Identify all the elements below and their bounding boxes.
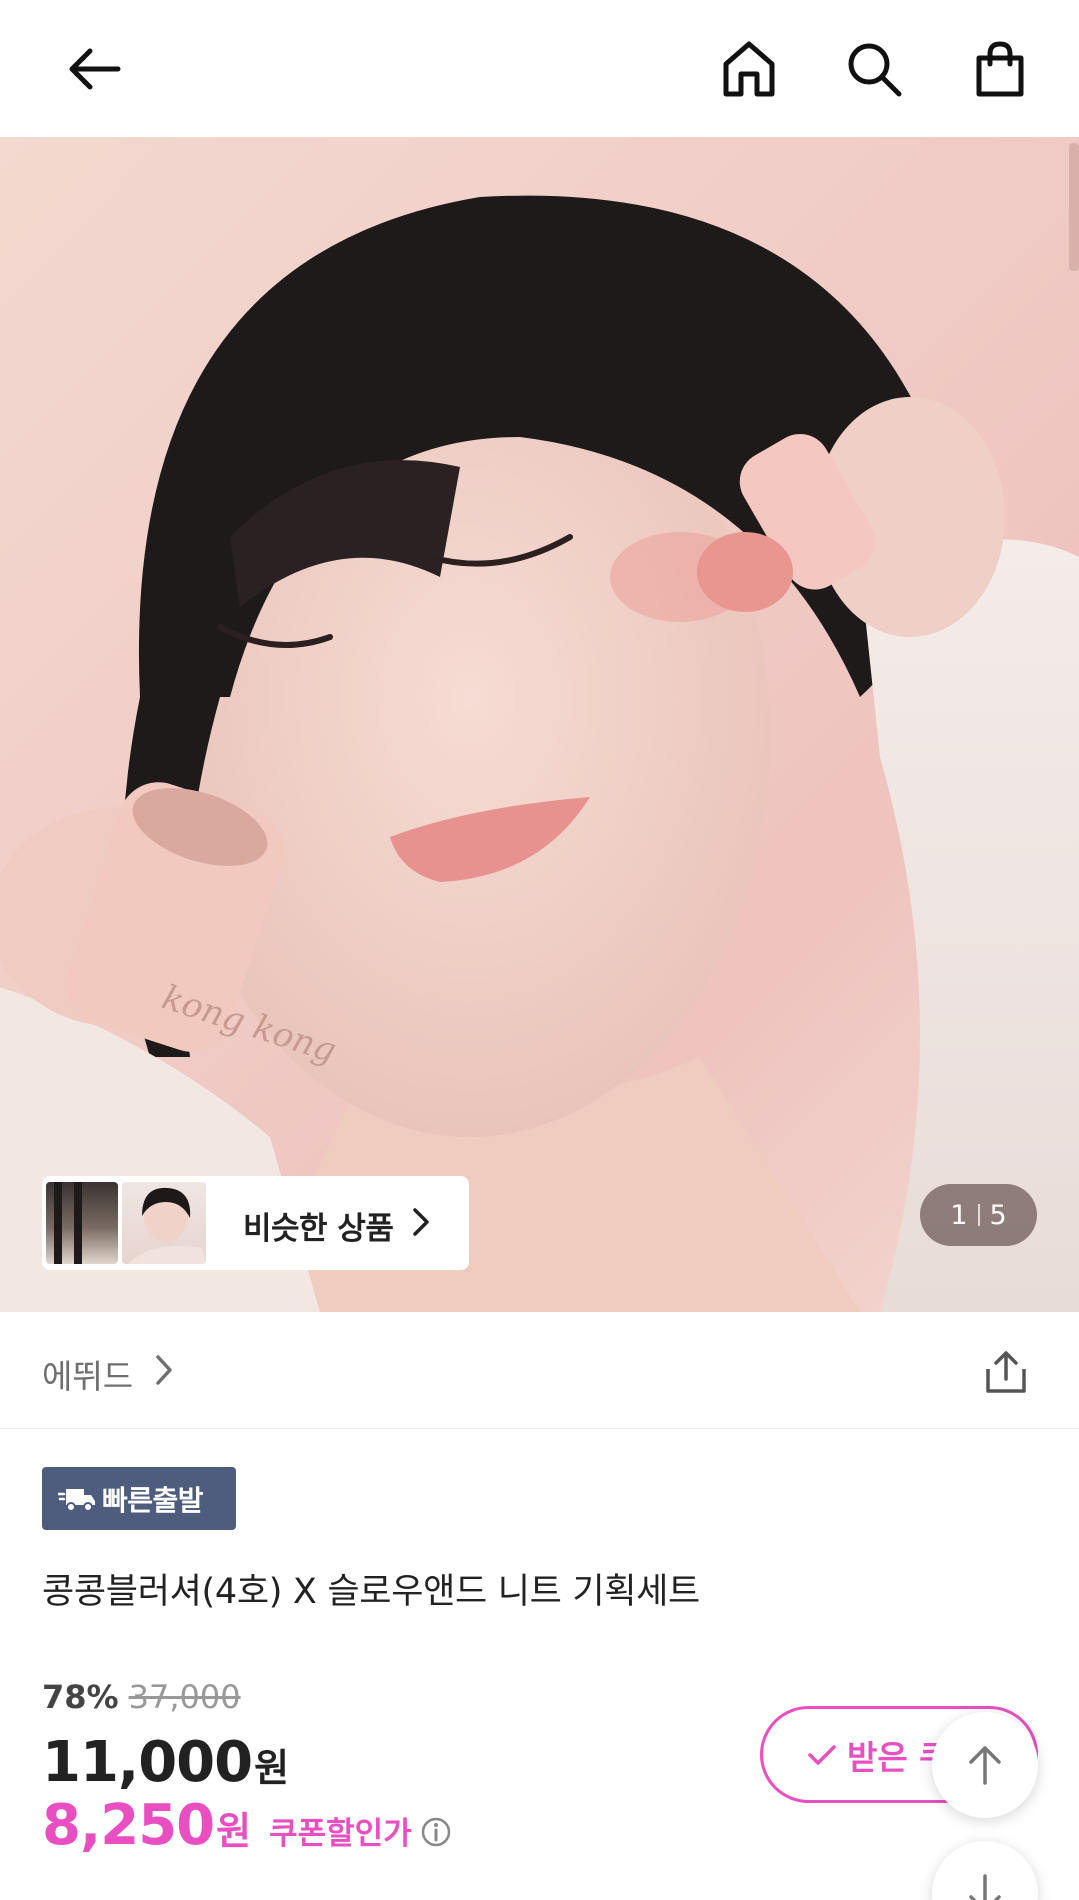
pager-total: 5	[989, 1199, 1007, 1231]
image-scroll-indicator	[1069, 143, 1079, 271]
checkmark-icon	[808, 1744, 836, 1765]
product-title: 콩콩블러셔(4호) X 슬로우앤드 니트 기획세트	[42, 1572, 700, 1612]
info-icon[interactable]	[420, 1816, 452, 1848]
similar-product-thumbnail	[122, 1182, 206, 1264]
image-pager: 1 5	[920, 1184, 1037, 1246]
chevron-right-icon[interactable]	[154, 1354, 174, 1386]
similar-products-label: 비슷한 상품	[243, 1211, 394, 1247]
back-button[interactable]	[58, 33, 130, 105]
delivery-truck-icon	[58, 1488, 95, 1512]
price-block: 78% 37,000 11,000 원 8,250 원 쿠폰할인가	[42, 1678, 450, 1858]
coupon-price-unit: 원	[216, 1809, 252, 1853]
search-icon	[848, 43, 902, 97]
coupon-price: 8,250	[42, 1793, 215, 1858]
coupon-price-line: 8,250 원 쿠폰할인가	[42, 1793, 452, 1858]
fast-shipping-label: 빠른출발	[102, 1483, 204, 1517]
brand-row: 에뛰드	[0, 1312, 1079, 1429]
home-icon	[723, 41, 775, 97]
cart-button[interactable]	[964, 33, 1036, 105]
search-button[interactable]	[838, 33, 910, 105]
arrow-down-icon	[969, 1874, 1001, 1900]
brand-link[interactable]: 에뛰드	[42, 1350, 133, 1398]
sale-price-unit: 원	[254, 1746, 290, 1790]
home-button[interactable]	[713, 33, 785, 105]
coupon-price-label: 쿠폰할인가	[269, 1816, 412, 1852]
shopping-bag-icon	[976, 41, 1024, 97]
fast-shipping-badge: 빠른출발	[42, 1467, 236, 1530]
similar-products-button[interactable]: 비슷한 상품	[42, 1176, 469, 1270]
chevron-right-icon	[413, 1208, 429, 1236]
arrow-left-icon	[69, 48, 121, 90]
discount-rate: 78%	[42, 1678, 119, 1716]
product-image-carousel[interactable]: kong kong 비슷한 상품 1 5	[0, 137, 1079, 1312]
pager-current: 1	[950, 1199, 968, 1231]
scroll-to-top-button[interactable]	[932, 1712, 1038, 1818]
similar-product-thumbnail	[46, 1182, 118, 1264]
discount-line: 78% 37,000	[42, 1678, 241, 1716]
arrow-up-icon	[969, 1746, 1001, 1785]
scroll-to-bottom-button[interactable]	[932, 1841, 1038, 1900]
pager-divider	[977, 1204, 980, 1226]
sale-price-line: 11,000 원	[42, 1730, 289, 1795]
share-button[interactable]	[978, 1344, 1034, 1400]
product-detail-page: kong kong 비슷한 상품 1 5 에뛰드 빠른출발 콩콩블러셔(4호) …	[0, 0, 1079, 1900]
share-icon	[986, 1351, 1026, 1393]
sale-price: 11,000	[42, 1730, 253, 1795]
product-photo: kong kong	[0, 195, 1079, 1312]
original-price: 37,000	[128, 1678, 241, 1716]
top-nav-bar	[0, 0, 1079, 137]
